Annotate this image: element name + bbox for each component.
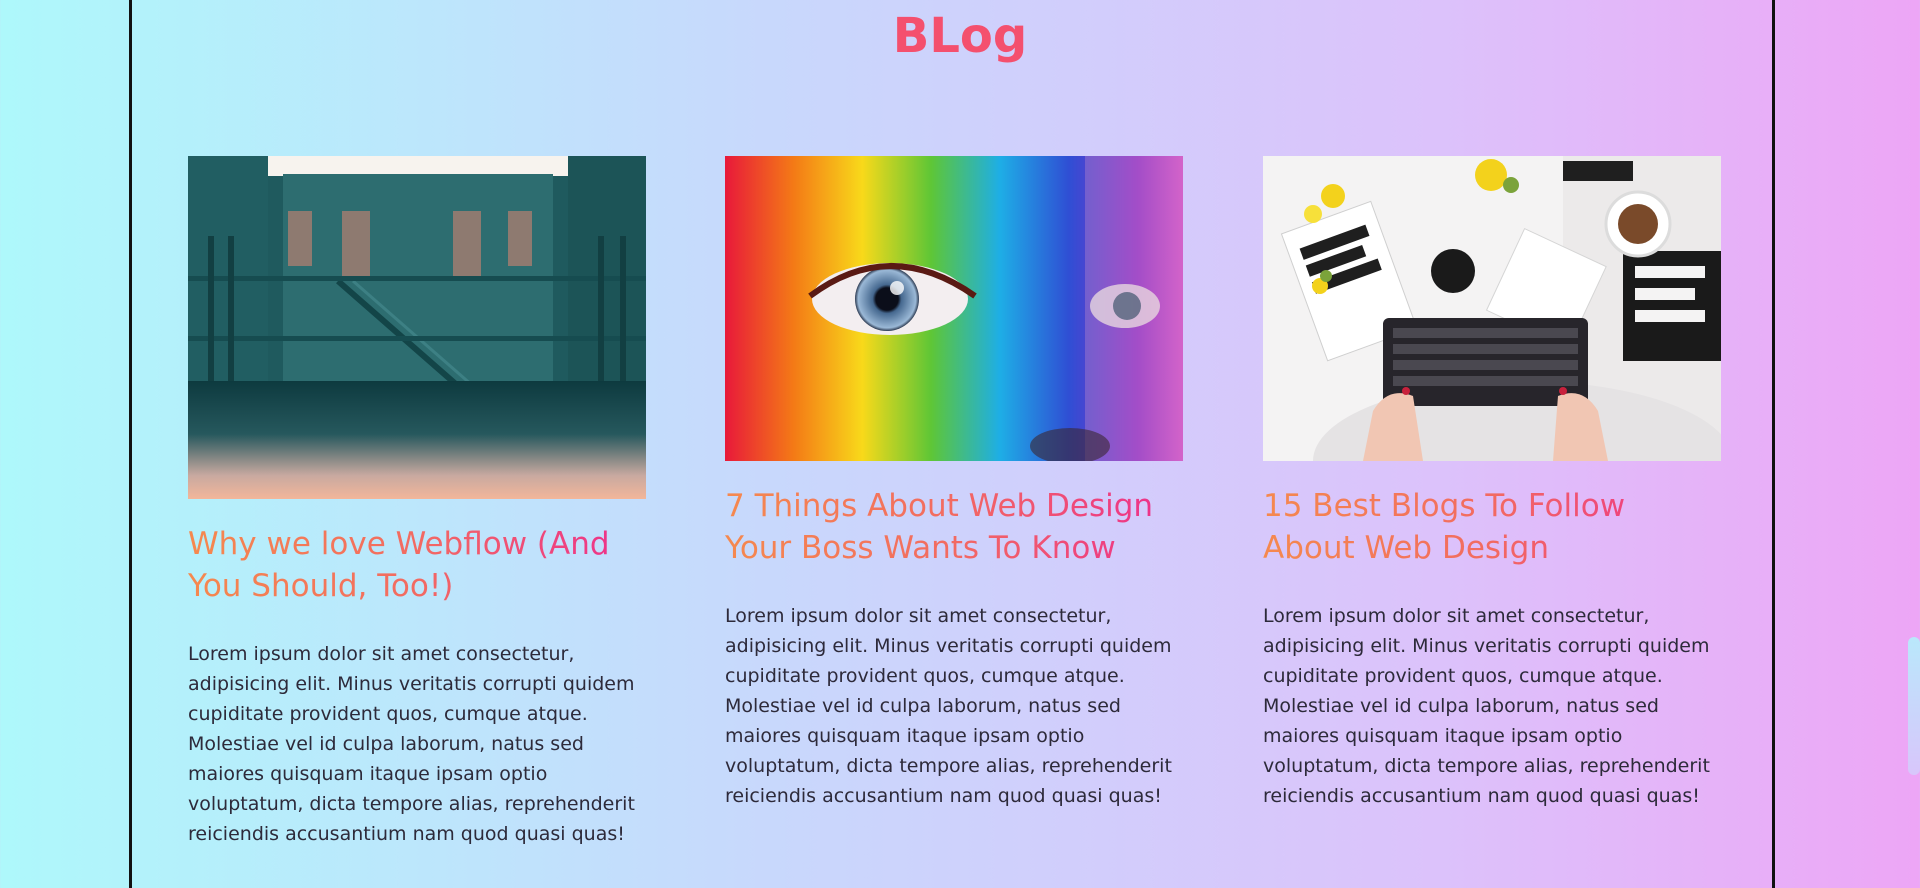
blog-card-title[interactable]: Why we love Webflow (And You Should, Too…	[188, 523, 646, 607]
blog-card-title[interactable]: 7 Things About Web Design Your Boss Want…	[725, 485, 1183, 569]
blog-card-title[interactable]: 15 Best Blogs To Follow About Web Design	[1263, 485, 1721, 569]
desk-keyboard-photo	[1263, 156, 1721, 461]
rainbow-face-photo	[725, 156, 1183, 461]
blog-card-excerpt: Lorem ipsum dolor sit amet consectetur, …	[1263, 605, 1710, 807]
blog-card-excerpt: Lorem ipsum dolor sit amet consectetur, …	[725, 605, 1172, 807]
page-title: BLog	[892, 8, 1028, 64]
scrollbar-thumb[interactable]	[1908, 637, 1920, 775]
blog-card-image[interactable]	[725, 156, 1183, 461]
blog-card[interactable]: 7 Things About Web Design Your Boss Want…	[725, 156, 1183, 811]
blog-card[interactable]: 15 Best Blogs To Follow About Web Design…	[1263, 156, 1721, 811]
blog-card[interactable]: Why we love Webflow (And You Should, Too…	[188, 156, 646, 849]
blog-card-image[interactable]	[1263, 156, 1721, 461]
blog-card-image[interactable]	[188, 156, 646, 499]
blog-card-excerpt: Lorem ipsum dolor sit amet consectetur, …	[188, 643, 635, 845]
building-photo	[188, 156, 646, 499]
